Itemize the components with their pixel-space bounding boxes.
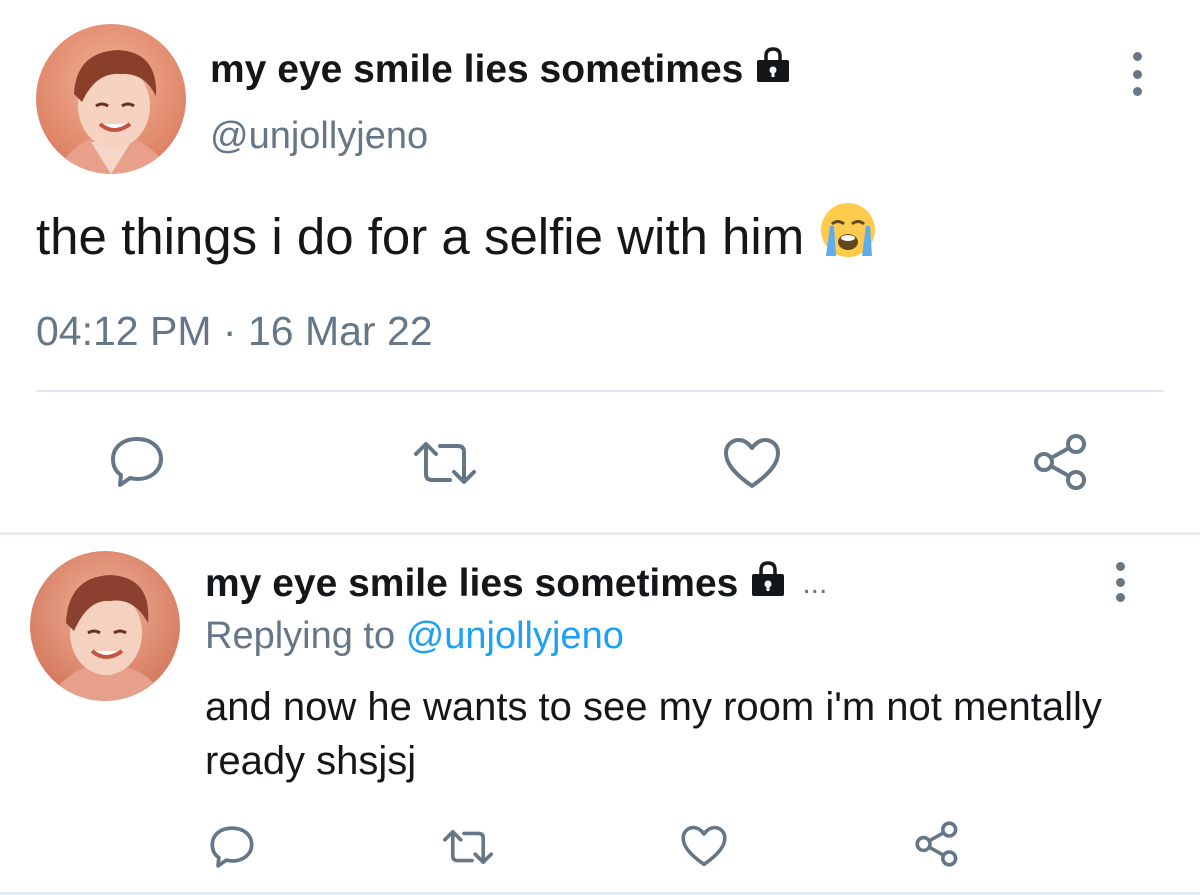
share-icon[interactable]: [1032, 432, 1092, 492]
truncation-ellipsis: ...: [802, 567, 828, 600]
like-heart-icon[interactable]: [680, 824, 728, 868]
tweet-time: 04:12 PM: [36, 308, 212, 354]
reply-avatar[interactable]: [30, 551, 180, 701]
lock-icon: [748, 558, 788, 610]
more-vertical-icon[interactable]: [1125, 52, 1149, 96]
retweet-icon[interactable]: [410, 440, 480, 486]
divider: [36, 390, 1164, 392]
reply-text: and now he wants to see my room i'm not …: [205, 685, 1102, 783]
avatar-photo: [36, 24, 186, 174]
author-display-name[interactable]: my eye smile lies sometimes: [210, 46, 743, 94]
reply-author-row[interactable]: my eye smile lies sometimes ...: [205, 558, 827, 610]
retweet-icon[interactable]: [440, 828, 496, 866]
avatar-photo: [30, 551, 180, 701]
tweet-page: my eye smile lies sometimes @unjollyjeno…: [0, 0, 1200, 895]
tweet-text: the things i do for a selfie with him: [36, 208, 805, 265]
tweet-date: 16 Mar 22: [247, 308, 433, 354]
mention-link[interactable]: @unjollyjeno: [406, 615, 624, 657]
replying-to: Replying to @unjollyjeno: [205, 612, 624, 660]
reply-icon[interactable]: [208, 824, 256, 870]
tweet-timestamp[interactable]: 04:12 PM · 16 Mar 22: [36, 306, 433, 356]
lock-icon: [753, 44, 793, 96]
more-vertical-icon[interactable]: [1108, 562, 1132, 602]
author-handle[interactable]: @unjollyjeno: [210, 112, 428, 160]
meta-separator: ·: [222, 308, 237, 354]
author-name-row[interactable]: my eye smile lies sometimes: [210, 44, 793, 96]
main-tweet: my eye smile lies sometimes @unjollyjeno…: [0, 0, 1200, 532]
reply-author-name[interactable]: my eye smile lies sometimes: [205, 560, 738, 608]
tweet-separator: [0, 532, 1200, 535]
share-icon[interactable]: [914, 820, 962, 868]
avatar[interactable]: [36, 24, 186, 174]
like-heart-icon[interactable]: [722, 436, 782, 490]
tweet-text-row: the things i do for a selfie with him: [36, 200, 878, 274]
loudly-crying-face-icon: [818, 200, 878, 274]
replying-label: Replying to: [205, 615, 396, 657]
reply-icon[interactable]: [108, 434, 166, 490]
